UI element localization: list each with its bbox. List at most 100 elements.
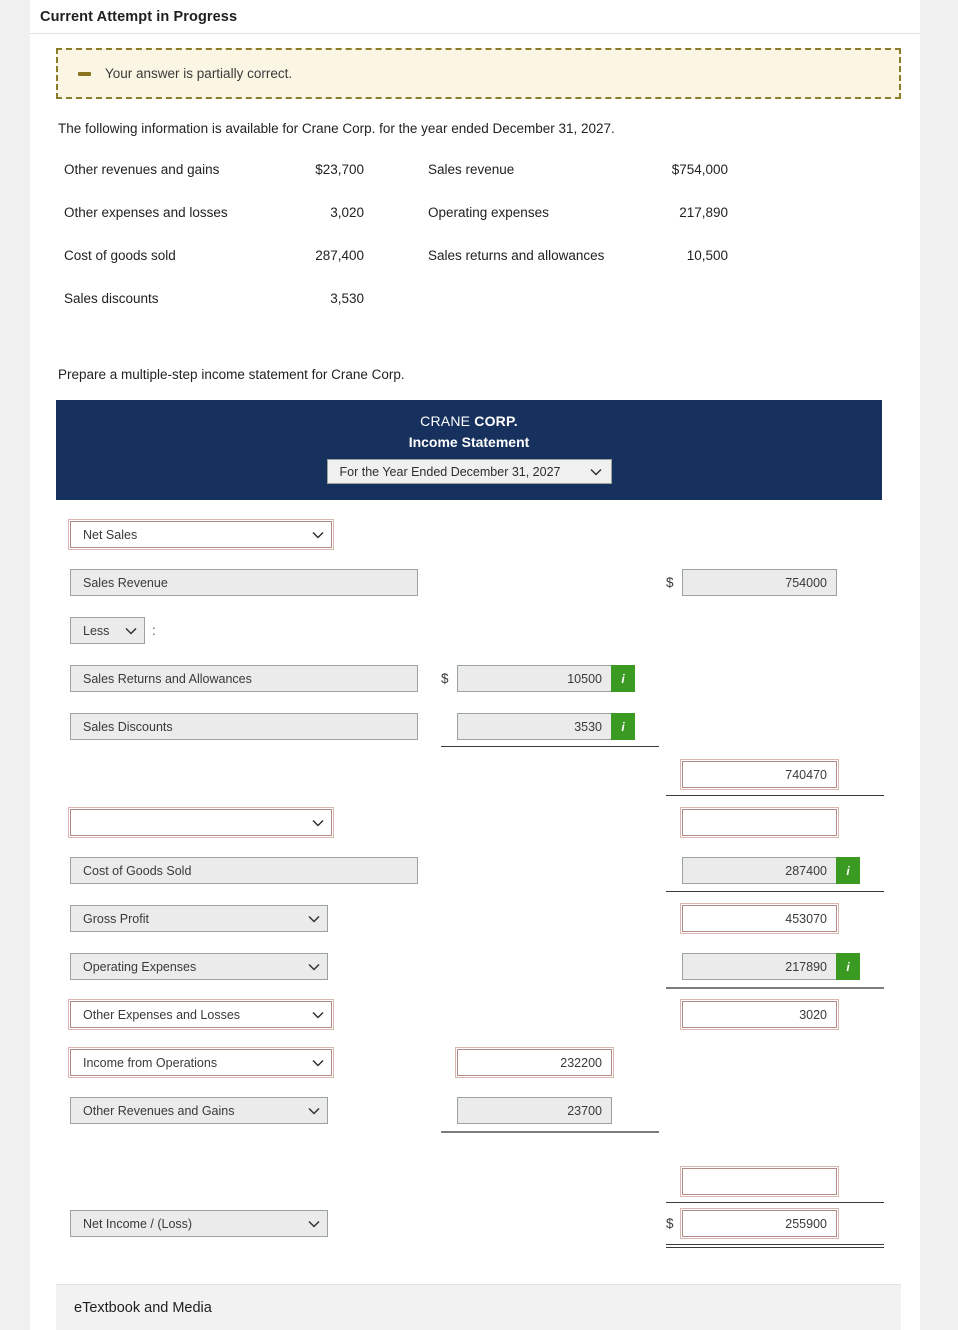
amount-value: 255900: [785, 1216, 827, 1231]
company-name: CRANE CORP.: [56, 413, 882, 429]
fact-value2: $754,000: [671, 162, 728, 177]
amount-value: 23700: [567, 1103, 602, 1118]
line-item-sales-returns[interactable]: Sales Returns and Allowances: [70, 665, 418, 692]
row-label-cell: Cost of Goods Sold: [70, 857, 418, 884]
minus-icon: [78, 71, 91, 76]
row-right-cell: $ 217890 i: [666, 953, 860, 980]
row-label-cell: Less :: [70, 617, 156, 644]
table-row: Sales discounts 3,530: [64, 291, 728, 334]
page-title: Current Attempt in Progress: [40, 9, 238, 25]
fact-label2: [428, 291, 638, 334]
info-badge[interactable]: i: [611, 665, 635, 692]
subtotal-rule: [441, 746, 659, 747]
section-select-other-revenues[interactable]: Other Revenues and Gains: [70, 1097, 328, 1124]
amount-cogs[interactable]: 287400: [682, 857, 837, 884]
amount-net-sales[interactable]: 740470: [680, 759, 839, 790]
chevron-down-icon: [307, 1217, 320, 1230]
row-right-cell: $ 3020: [666, 999, 839, 1030]
subtotal-select-income-from-operations[interactable]: Income from Operations: [68, 1047, 334, 1078]
section-select-other-expenses[interactable]: Other Expenses and Losses: [68, 999, 334, 1030]
header-divider: [30, 33, 920, 34]
spacer: [364, 291, 428, 334]
statement-row: Cost of Goods Sold $ 287400 i: [56, 850, 884, 898]
chevron-down-icon: [124, 624, 137, 637]
row-label-cell: [68, 807, 334, 838]
amount-other-revenues[interactable]: 23700: [457, 1097, 612, 1124]
period-select[interactable]: For the Year Ended December 31, 2027: [326, 459, 612, 484]
amount-value: 740470: [785, 767, 827, 782]
fact-value2: 217,890: [679, 205, 728, 220]
line-item-sales-revenue[interactable]: Sales Revenue: [70, 569, 418, 596]
fact-value: 3,530: [330, 291, 364, 306]
line-item-label: Sales Returns and Allowances: [83, 671, 252, 686]
row-mid-cell: $ 10500 i: [441, 665, 635, 692]
row-right-cell: $: [666, 807, 839, 838]
statement-row: Sales Discounts $ 3530 i: [56, 706, 882, 754]
amount-other-expenses[interactable]: 3020: [680, 999, 839, 1030]
amount-value: 3530: [574, 719, 602, 734]
subtotal-select-value: Net Income / (Loss): [83, 1216, 193, 1231]
amount-gross-profit[interactable]: 453070: [680, 903, 839, 934]
amount-value: 232200: [560, 1055, 602, 1070]
net-income-double-rule: [666, 1244, 884, 1248]
fact-value2: 10,500: [686, 248, 728, 263]
subtotal-select-gross-profit[interactable]: Gross Profit: [70, 905, 328, 932]
info-badge[interactable]: i: [836, 857, 860, 884]
amount-value: 453070: [785, 911, 827, 926]
section-select-value: Other Expenses and Losses: [83, 1007, 241, 1022]
chevron-down-icon: [589, 465, 602, 478]
amount-sales-returns[interactable]: 10500: [457, 665, 612, 692]
net-sales-rule: [666, 795, 884, 796]
spacer: [364, 248, 428, 291]
spacer: [364, 205, 428, 248]
amount-sales-discounts[interactable]: 3530: [457, 713, 612, 740]
statement-row: Sales Returns and Allowances $ 10500 i: [56, 658, 882, 706]
chevron-down-icon: [307, 1104, 320, 1117]
section-select-value: Other Revenues and Gains: [83, 1103, 235, 1118]
statement-row: Gross Profit $ 453070: [56, 898, 882, 946]
subtotal-select-net-income[interactable]: Net Income / (Loss): [70, 1210, 328, 1237]
amount-value: 217890: [785, 959, 827, 974]
amount-operating-expenses[interactable]: 217890: [682, 953, 837, 980]
amount-value: 754000: [785, 575, 827, 590]
section-select-operating-expenses[interactable]: Operating Expenses: [70, 953, 328, 980]
etextbook-and-media-section[interactable]: eTextbook and Media: [56, 1284, 901, 1330]
statement-subtitle: Income Statement: [408, 434, 530, 450]
amount-empty[interactable]: [680, 807, 839, 838]
dollar-sign: $: [666, 575, 674, 590]
info-badge[interactable]: i: [836, 953, 860, 980]
amount-income-from-operations[interactable]: 232200: [455, 1047, 614, 1078]
line-item-label: Sales Discounts: [83, 719, 173, 734]
row-mid-cell: $ 23700: [441, 1097, 612, 1124]
line-item-cogs[interactable]: Cost of Goods Sold: [70, 857, 418, 884]
section-select-net-sales[interactable]: Net Sales: [68, 519, 334, 550]
subtotal-select-value: Gross Profit: [83, 911, 149, 926]
dollar-sign: $: [441, 671, 449, 686]
amount-value: 287400: [785, 863, 827, 878]
amount-value: 10500: [567, 671, 602, 686]
cogs-rule: [666, 891, 884, 892]
table-row: Other expenses and losses 3,020 Operatin…: [64, 205, 728, 248]
info-badge[interactable]: i: [611, 713, 635, 740]
statement-header: CRANE CORP. Income Statement For the Yea…: [56, 400, 882, 500]
other-revenues-rule: [441, 1131, 659, 1133]
amount-sales-revenue[interactable]: 754000: [682, 569, 837, 596]
less-select[interactable]: Less: [70, 617, 145, 644]
statement-row: $ 740470: [56, 754, 884, 802]
line-item-sales-discounts[interactable]: Sales Discounts: [70, 713, 418, 740]
chevron-down-icon: [307, 960, 320, 973]
statement-body: Net Sales Sales Revenue $ 754000 Less: …: [56, 500, 884, 1262]
amount-net-income[interactable]: 255900: [680, 1208, 839, 1239]
instruction-text: Prepare a multiple-step income statement…: [58, 367, 405, 382]
fact-label: Cost of goods sold: [64, 248, 176, 263]
question-page: Current Attempt in Progress Your answer …: [30, 0, 920, 1330]
fact-value: 3,020: [330, 205, 364, 220]
colon-text: :: [152, 623, 156, 638]
row-mid-cell: $ 3530 i: [441, 713, 635, 740]
operating-expenses-rule: [666, 987, 884, 989]
intro-text: The following information is available f…: [58, 121, 615, 136]
statement-row: Other Revenues and Gains $ 23700: [56, 1090, 882, 1138]
income-statement-card: CRANE CORP. Income Statement For the Yea…: [56, 400, 884, 1262]
less-select-value: Less: [83, 623, 110, 638]
section-select-empty[interactable]: [68, 807, 334, 838]
